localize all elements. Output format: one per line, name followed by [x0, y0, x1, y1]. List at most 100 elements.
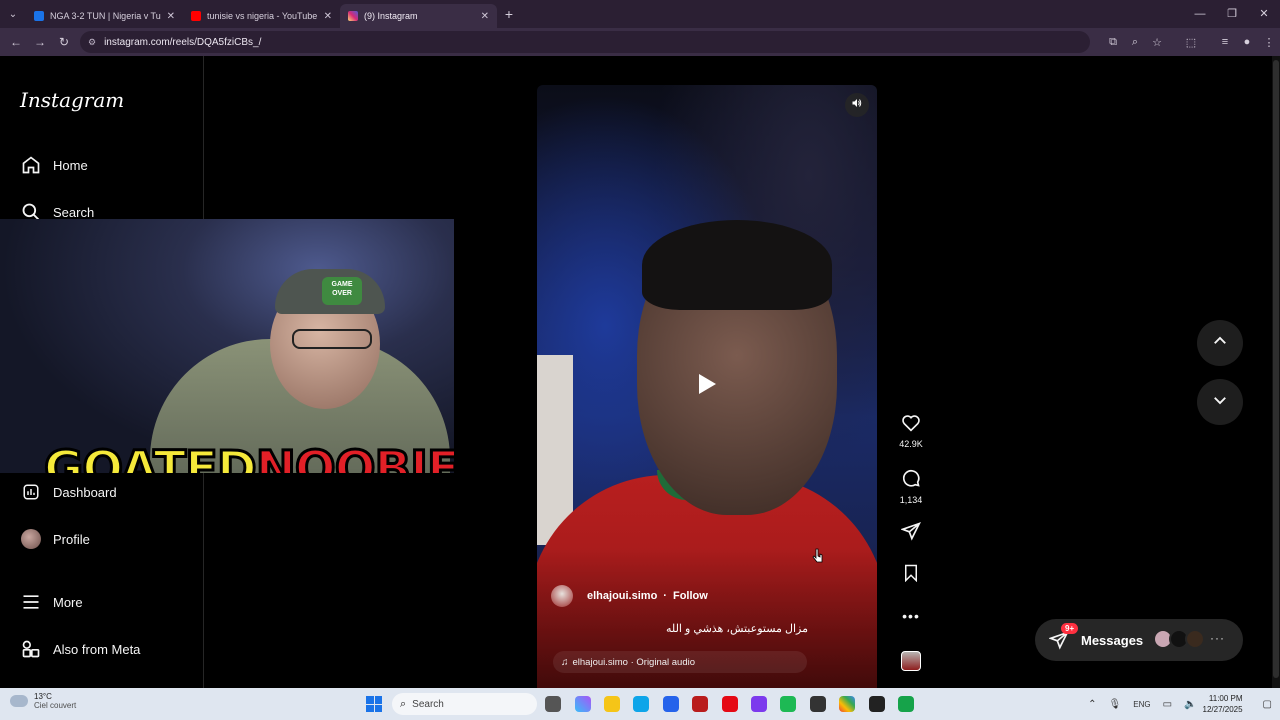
sidebar-item-more[interactable]: More [20, 591, 83, 613]
original-audio-pill[interactable]: ♫ elhajoui.simo · Original audio [553, 651, 807, 673]
streamer-banner: GOATEDNOOBIE [43, 440, 454, 474]
sidebar-item-profile[interactable]: Profile [20, 528, 90, 550]
messages-button[interactable]: 9+ Messages ··· [1035, 619, 1243, 661]
messages-label: Messages [1081, 632, 1144, 648]
streamer-webcam-overlay: GAME OVER GOATEDNOOBIE [0, 219, 454, 473]
sidebar-item-home[interactable]: Home [20, 154, 88, 176]
start-button[interactable] [366, 696, 382, 712]
chevron-up-icon[interactable]: ⌃ [1088, 699, 1096, 710]
microphone-icon[interactable]: 🎙 [1109, 699, 1122, 710]
like-button[interactable]: 42.9K [898, 414, 924, 449]
mute-toggle-button[interactable] [845, 93, 869, 117]
app-icon[interactable] [869, 696, 885, 712]
tab-youtube[interactable]: tunisie vs nigeria - YouTube ✕ [183, 4, 340, 28]
app-icon[interactable] [810, 696, 826, 712]
author-avatar[interactable] [551, 585, 573, 607]
scrollbar-thumb[interactable] [1273, 60, 1279, 678]
reel-video[interactable]: elhajoui.simo · Follow مزال مستوعبتش، هذ… [537, 85, 877, 688]
save-button[interactable] [898, 564, 924, 587]
profile-avatar-icon[interactable]: ● [1236, 36, 1258, 48]
tab-close-icon[interactable]: ✕ [167, 11, 175, 22]
forward-icon[interactable]: → [28, 35, 52, 49]
weather-widget[interactable]: 13°C Ciel couvert [10, 692, 76, 710]
url-text: instagram.com/reels/DQA5fziCBs_/ [104, 36, 262, 48]
tab-favicon-icon [34, 11, 44, 21]
notifications-icon[interactable]: ▢ [1263, 699, 1272, 710]
previous-reel-button[interactable] [1197, 320, 1243, 366]
speaker-icon [851, 96, 863, 114]
tab-instagram[interactable]: (9) Instagram ✕ [340, 4, 497, 28]
new-tab-icon[interactable]: + [497, 6, 521, 22]
chevron-up-icon [1211, 332, 1229, 355]
spotify-icon[interactable] [780, 696, 796, 712]
sidebar-item-label: Profile [53, 531, 90, 547]
tab-close-icon[interactable]: ✕ [481, 11, 489, 22]
back-icon[interactable]: ← [4, 35, 28, 49]
address-bar[interactable]: ⚙ instagram.com/reels/DQA5fziCBs_/ [80, 31, 1090, 53]
clock-time: 11:00 PM [1208, 694, 1243, 703]
avatar [1185, 629, 1205, 649]
media-control-icon[interactable]: ≡ [1214, 36, 1236, 48]
browser-menu-icon[interactable]: ⋮ [1258, 36, 1280, 49]
messenger-icon: 9+ [1048, 623, 1079, 650]
site-info-icon[interactable]: ⚙ [88, 37, 96, 48]
taskbar-search[interactable]: ⌕ Search [392, 693, 537, 715]
video-person-hair [642, 220, 832, 310]
sidebar-item-also-from-meta[interactable]: Also from Meta [20, 638, 140, 660]
windows-taskbar: 13°C Ciel couvert ⌕ Search ⌃ 🎙 ENG ▭ 🔈 1… [0, 688, 1280, 720]
display-icon[interactable]: ▭ [1163, 699, 1172, 710]
reload-icon[interactable]: ↻ [52, 35, 76, 49]
store-icon[interactable] [663, 696, 679, 712]
close-icon[interactable]: ✕ [1248, 0, 1280, 28]
discord-icon[interactable] [751, 696, 767, 712]
taskbar-search-placeholder: Search [412, 698, 444, 710]
send-icon [900, 521, 921, 546]
ellipsis-icon[interactable]: ··· [1210, 631, 1225, 645]
ellipsis-icon: ••• [902, 608, 920, 624]
instagram-logo[interactable]: Instagram [20, 88, 124, 112]
comment-icon [901, 468, 921, 493]
sidebar-item-label: More [53, 594, 83, 610]
audio-thumbnail[interactable] [901, 651, 921, 671]
banner-part-goated: GOATED [43, 440, 259, 474]
comment-button[interactable]: 1,134 [898, 468, 924, 505]
clock[interactable]: 11:00 PM 12/27/2025 [1203, 693, 1243, 715]
share-button[interactable] [898, 521, 924, 546]
author-username[interactable]: elhajoui.simo [587, 590, 657, 602]
instagram-page: Instagram Home Search Dashboard Profile [0, 56, 1280, 688]
maximize-icon[interactable]: ❐ [1216, 0, 1248, 28]
follow-button[interactable]: Follow [673, 590, 708, 602]
tab-nga-tun[interactable]: NGA 3-2 TUN | Nigeria v Tunisia ✕ [26, 4, 183, 28]
task-view-icon[interactable] [545, 696, 561, 712]
sidebar-item-dashboard[interactable]: Dashboard [20, 481, 117, 503]
app-icon[interactable] [898, 696, 914, 712]
next-reel-button[interactable] [1197, 379, 1243, 425]
tab-search-menu-icon[interactable]: ⌄ [0, 0, 26, 28]
cap-logo: GAME OVER [322, 277, 362, 305]
streamer-glasses [292, 329, 372, 349]
cloud-icon [10, 695, 28, 707]
play-button[interactable] [693, 372, 721, 400]
page-scrollbar[interactable] [1272, 56, 1280, 688]
minimize-icon[interactable]: — [1184, 0, 1216, 28]
language-indicator[interactable]: ENG [1133, 700, 1150, 709]
bookmark-star-icon[interactable]: ☆ [1146, 36, 1168, 49]
like-count: 42.9K [899, 439, 923, 449]
weather-temperature: 13°C [34, 692, 52, 701]
volume-icon[interactable]: 🔈 [1184, 699, 1196, 710]
browser-toolbar: ← → ↻ ⚙ instagram.com/reels/DQA5fziCBs_/… [0, 28, 1280, 56]
zoom-icon[interactable]: ⌕ [1124, 36, 1146, 49]
edge-icon[interactable] [633, 696, 649, 712]
avatar [21, 529, 41, 549]
browser-tab-bar: ⌄ NGA 3-2 TUN | Nigeria v Tunisia ✕ tuni… [0, 0, 1280, 28]
extensions-icon[interactable]: ⬚ [1180, 36, 1202, 49]
unread-badge: 9+ [1061, 623, 1079, 634]
app-icon[interactable] [692, 696, 708, 712]
netflix-icon[interactable] [722, 696, 738, 712]
chrome-icon[interactable] [839, 696, 855, 712]
file-explorer-icon[interactable] [604, 696, 620, 712]
install-app-icon[interactable]: ⧉ [1102, 36, 1124, 49]
tab-close-icon[interactable]: ✕ [324, 11, 332, 22]
more-options-button[interactable]: ••• [898, 608, 924, 624]
copilot-icon[interactable] [575, 696, 591, 712]
